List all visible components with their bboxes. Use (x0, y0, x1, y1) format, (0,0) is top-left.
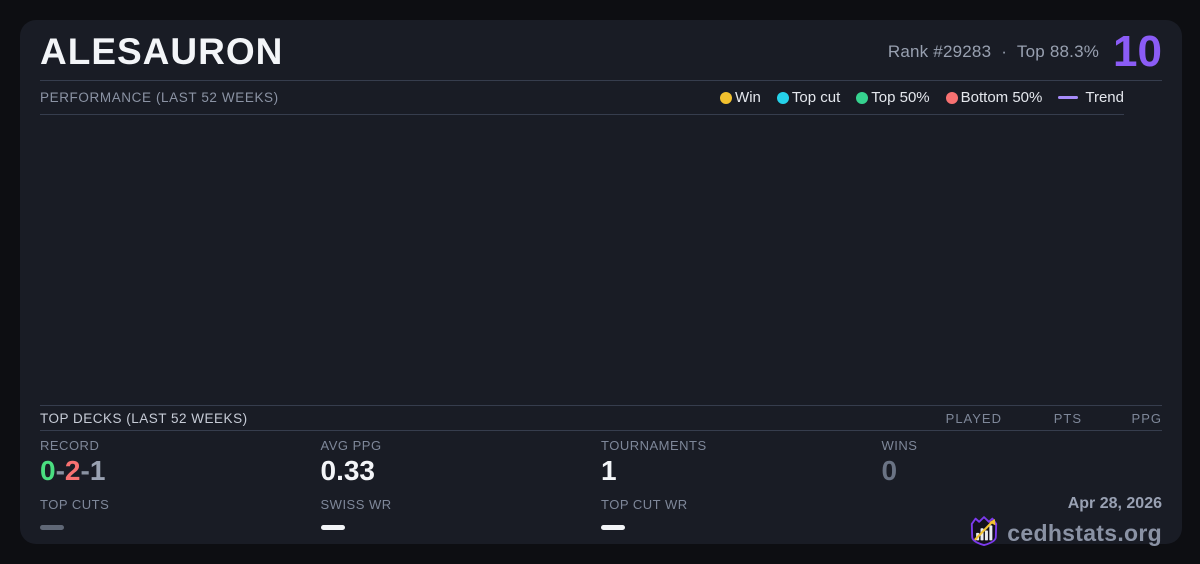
stat-tournaments-label: TOURNAMENTS (601, 438, 707, 453)
rank-separator: · (1001, 42, 1007, 61)
stat-avg-ppg-value: 0.33 (320, 455, 376, 486)
legend-dot-icon (776, 91, 789, 104)
stat-top-cut-wr: TOP CUT WR (601, 491, 882, 552)
record-segment: 2 (64, 455, 81, 486)
stat-avg-ppg: AVG PPG 0.33 (321, 438, 602, 491)
legend-label: Trend (1085, 89, 1124, 106)
top-percent-text: Top 88.3% (1016, 42, 1100, 61)
stat-wins: WINS 0 (882, 438, 1163, 491)
top-decks-header: TOP DECKS (LAST 52 WEEKS) PLAYED PTS PPG (40, 405, 1162, 431)
stat-top-cut-wr-empty-dash (601, 525, 625, 530)
stat-record-label: RECORD (40, 438, 100, 453)
top-decks-columns: PLAYED PTS PPG (922, 411, 1162, 426)
legend-dot-icon (720, 91, 733, 104)
card-footer: Apr 28, 2026 cedhstats.org (882, 491, 1162, 552)
legend-label: Win (735, 89, 761, 106)
performance-section-header: PERFORMANCE (LAST 52 WEEKS) Win Top cut To… (40, 81, 1124, 115)
stat-record-value: 0-2-1 (40, 455, 321, 487)
card-header: ALESAURON Rank #29283 · Top 88.3% 10 (40, 20, 1162, 81)
legend-item-trend: Trend (1058, 89, 1124, 106)
stats-grid: RECORD 0-2-1 AVG PPG 0.33 TOURNAMENTS 1 … (40, 431, 1162, 552)
trend-line-swatch-icon (1058, 96, 1079, 99)
stat-top-cuts-empty-dash (40, 525, 64, 530)
top-decks-title: TOP DECKS (LAST 52 WEEKS) (40, 410, 248, 426)
brand-name: cedhstats.org (1007, 520, 1162, 546)
legend-label: Bottom 50% (960, 89, 1043, 106)
stat-swiss-wr-label: SWISS WR (320, 497, 392, 512)
stat-wins-label: WINS (881, 438, 918, 453)
legend-dot-icon (945, 91, 958, 104)
column-ppg: PPG (1131, 410, 1162, 426)
performance-section-title: PERFORMANCE (LAST 52 WEEKS) (40, 90, 279, 105)
player-name: ALESAURON (40, 31, 284, 72)
stat-tournaments-value: 1 (601, 455, 617, 486)
record-segment: 0 (40, 455, 56, 486)
stat-swiss-wr: SWISS WR (320, 491, 602, 552)
stat-record: RECORD 0-2-1 (40, 438, 321, 491)
record-segment: - (55, 455, 65, 486)
points-score: 10 (1113, 27, 1162, 76)
stat-top-cut-wr-label: TOP CUT WR (601, 497, 688, 512)
brand-row: cedhstats.org (969, 515, 1162, 552)
legend-item-bottom-50-: Bottom 50% (945, 89, 1043, 106)
legend-item-top-50-: Top 50% (856, 89, 930, 106)
record-segment: 1 (89, 455, 106, 486)
legend-item-win: Win (720, 89, 761, 106)
legend-item-top-cut: Top cut (776, 89, 841, 106)
player-stats-card: ALESAURON Rank #29283 · Top 88.3% 10 PER… (20, 20, 1182, 546)
stat-swiss-wr-empty-dash (320, 525, 345, 530)
rank-group: Rank #29283 · Top 88.3% 10 (888, 30, 1162, 74)
column-pts: PTS (1053, 410, 1082, 426)
performance-chart (40, 115, 1162, 405)
record-segment: - (80, 455, 90, 486)
card-date: Apr 28, 2026 (1067, 495, 1162, 512)
chart-legend: Win Top cut Top 50% Bottom 50% Trend (720, 89, 1124, 106)
stat-top-cuts-label: TOP CUTS (40, 497, 110, 512)
stat-tournaments: TOURNAMENTS 1 (601, 438, 882, 491)
stat-wins-value: 0 (881, 455, 898, 486)
column-played: PLAYED (945, 410, 1002, 426)
rank-text: Rank #29283 (887, 42, 992, 61)
stat-top-cuts: TOP CUTS (40, 491, 321, 552)
legend-dot-icon (856, 91, 869, 104)
legend-label: Top 50% (871, 89, 930, 106)
crown-barchart-arrow-icon (969, 515, 999, 552)
stat-avg-ppg-label: AVG PPG (320, 438, 382, 453)
legend-label: Top cut (791, 89, 841, 106)
